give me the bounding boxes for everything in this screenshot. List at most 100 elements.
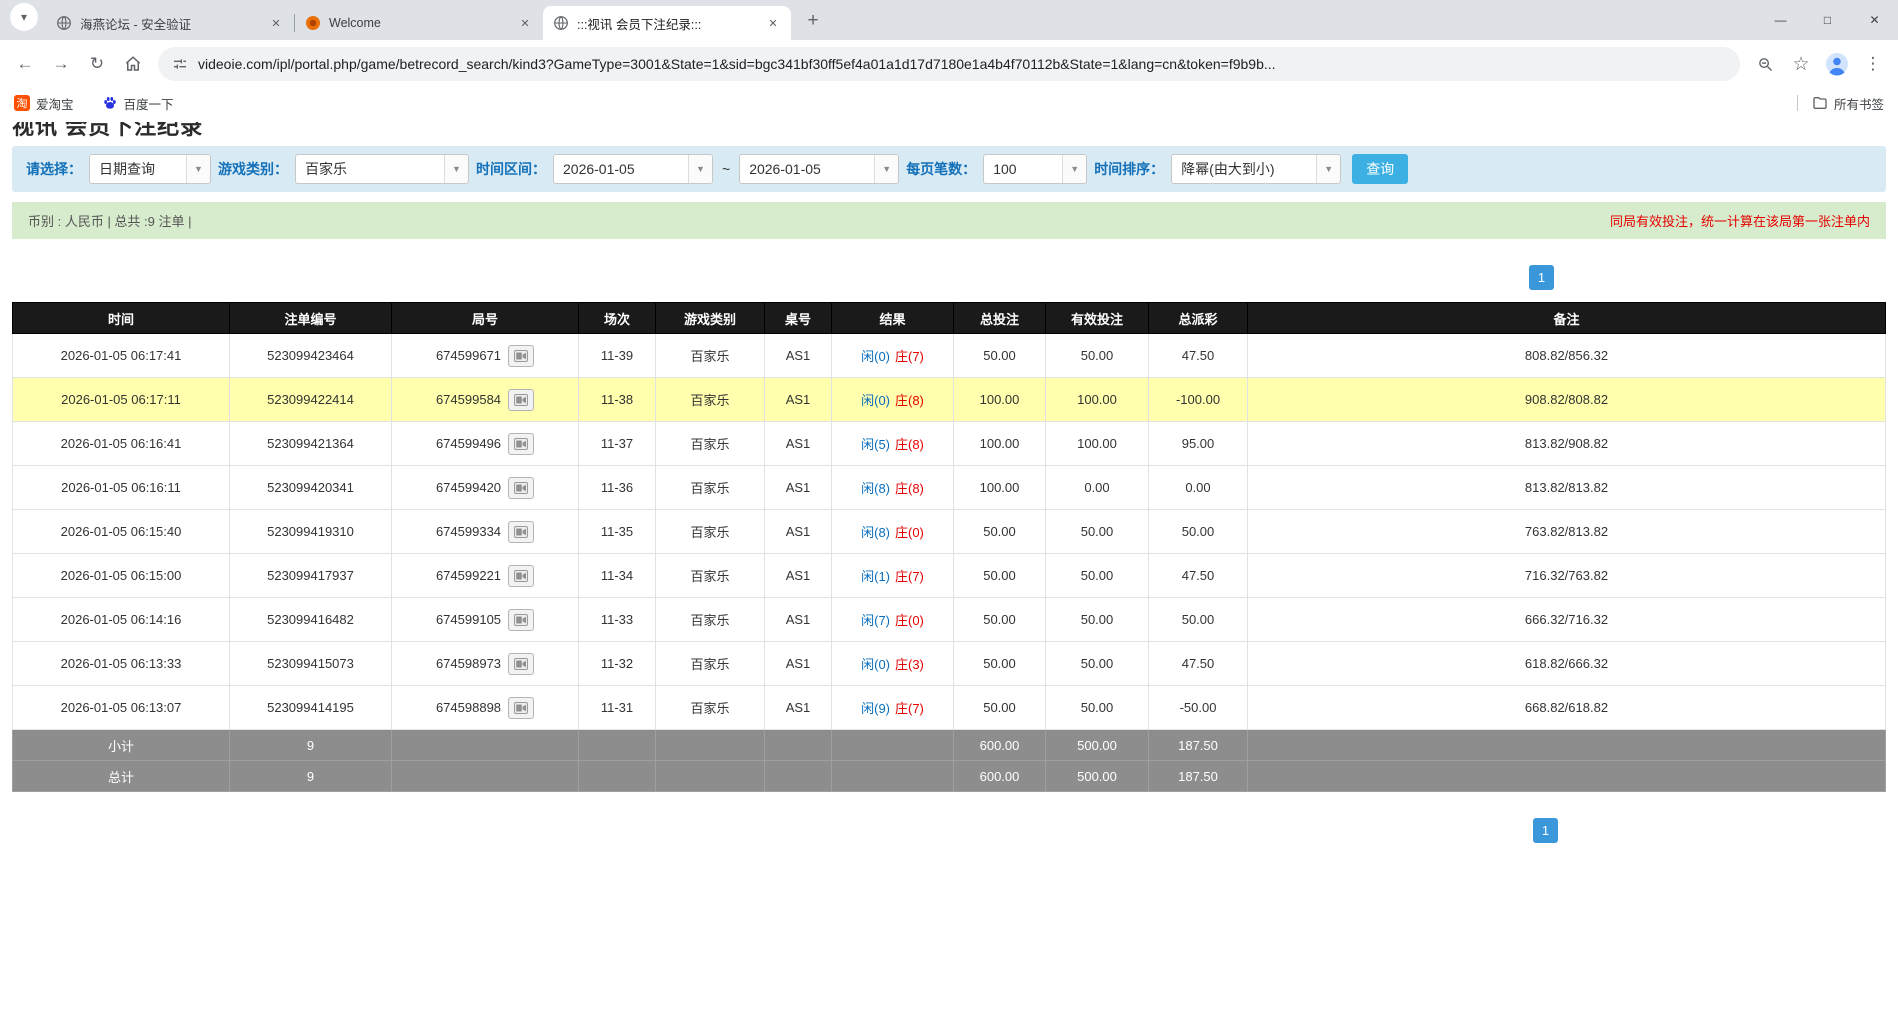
cell-payout: -50.00: [1149, 686, 1248, 730]
cell-result: 闲(9)庄(7): [832, 686, 954, 730]
table-row: 2026-01-05 06:13:07 523099414195 6745988…: [13, 686, 1886, 730]
cell-total-bet-link[interactable]: 50.00: [954, 510, 1046, 554]
cell-table-no: AS1: [765, 510, 832, 554]
cell-game-type: 百家乐: [656, 554, 765, 598]
cell-total-bet-link[interactable]: 100.00: [954, 466, 1046, 510]
video-replay-icon-button[interactable]: [508, 345, 534, 367]
minimize-button[interactable]: —: [1757, 0, 1804, 40]
cell-bet-id: 523099420341: [230, 466, 392, 510]
cell-round-id: 674598898: [392, 686, 579, 730]
date-from-select[interactable]: 2026-01-05 ▼: [553, 154, 713, 184]
url-text[interactable]: videoie.com/ipl/portal.php/game/betrecor…: [198, 56, 1726, 72]
result-player: 闲(0): [861, 349, 890, 364]
video-replay-icon-button[interactable]: [508, 609, 534, 631]
browser-toolbar: ← → ↻ videoie.com/ipl/portal.php/game/be…: [0, 40, 1898, 88]
tab-bet-records-active[interactable]: :::视讯 会员下注纪录::: ✕: [543, 6, 791, 40]
cell-session: 11-39: [579, 334, 656, 378]
cell-total-bet-link[interactable]: 50.00: [954, 554, 1046, 598]
tab-haiyan-forum[interactable]: 海燕论坛 - 安全验证 ✕: [46, 6, 294, 40]
video-replay-icon-button[interactable]: [508, 477, 534, 499]
bookmark-baidu[interactable]: 百度一下: [102, 94, 174, 113]
cell-time: 2026-01-05 06:17:41: [13, 334, 230, 378]
chevron-down-icon[interactable]: ▼: [874, 155, 898, 183]
cell-total-bet-link[interactable]: 50.00: [954, 686, 1046, 730]
home-button[interactable]: [116, 47, 150, 81]
cell-time: 2026-01-05 06:16:41: [13, 422, 230, 466]
per-page-select[interactable]: 100 ▼: [983, 154, 1087, 184]
date-to-select[interactable]: 2026-01-05 ▼: [739, 154, 899, 184]
bookmark-label: 百度一下: [124, 94, 174, 113]
profile-avatar[interactable]: [1820, 47, 1854, 81]
cell-total-bet-link[interactable]: 50.00: [954, 598, 1046, 642]
maximize-button[interactable]: □: [1804, 0, 1851, 40]
close-icon[interactable]: ✕: [517, 15, 533, 31]
bookmarks-bar: 淘 爱淘宝 百度一下 所有书签: [0, 88, 1898, 118]
table-header-row: 时间注单编号局号场次游戏类别桌号结果总投注有效投注总派彩备注: [13, 303, 1886, 334]
table-row: 2026-01-05 06:14:16 523099416482 6745991…: [13, 598, 1886, 642]
sort-label: 时间排序：: [1094, 159, 1164, 179]
table-row: 2026-01-05 06:16:41 523099421364 6745994…: [13, 422, 1886, 466]
cell-total-bet-link[interactable]: 100.00: [954, 378, 1046, 422]
empty-cell: [656, 730, 765, 761]
empty-cell: [579, 761, 656, 792]
tab-welcome[interactable]: Welcome ✕: [295, 6, 543, 40]
cell-total-bet-link[interactable]: 50.00: [954, 642, 1046, 686]
menu-kebab-icon[interactable]: ⋮: [1856, 47, 1890, 81]
close-window-button[interactable]: ✕: [1851, 0, 1898, 40]
round-id-text: 674599221: [436, 568, 501, 583]
game-type-select[interactable]: 百家乐 ▼: [295, 154, 469, 184]
video-replay-icon-button[interactable]: [508, 433, 534, 455]
pagination-page-1[interactable]: 1: [1529, 265, 1554, 290]
video-replay-icon-button[interactable]: [508, 521, 534, 543]
chevron-down-icon[interactable]: ▼: [688, 155, 712, 183]
empty-cell: [832, 761, 954, 792]
per-page-value: 100: [984, 161, 1016, 177]
browser-window: ▾ 海燕论坛 - 安全验证 ✕ Welcome ✕ :::视讯 会员下注纪录::…: [0, 0, 1898, 118]
cell-round-id: 674599671: [392, 334, 579, 378]
reload-button[interactable]: ↻: [80, 47, 114, 81]
table-row: 2026-01-05 06:13:33 523099415073 6745989…: [13, 642, 1886, 686]
cell-payout: 50.00: [1149, 598, 1248, 642]
cell-total-bet-link[interactable]: 50.00: [954, 334, 1046, 378]
all-bookmarks-button[interactable]: 所有书签: [1812, 94, 1884, 113]
column-header-1: 时间: [13, 303, 230, 334]
video-replay-icon-button[interactable]: [508, 565, 534, 587]
close-icon[interactable]: ✕: [268, 15, 284, 31]
query-button[interactable]: 查询: [1352, 154, 1408, 184]
close-icon[interactable]: ✕: [765, 15, 781, 31]
bookmark-star-icon[interactable]: ☆: [1784, 47, 1818, 81]
result-player: 闲(8): [861, 481, 890, 496]
back-button[interactable]: ←: [8, 47, 42, 81]
sort-select[interactable]: 降幂(由大到小) ▼: [1171, 154, 1341, 184]
tab-title: Welcome: [329, 16, 509, 30]
query-type-select[interactable]: 日期查询 ▼: [89, 154, 211, 184]
cell-valid-bet: 50.00: [1046, 686, 1149, 730]
video-replay-icon-button[interactable]: [508, 697, 534, 719]
column-header-8: 总投注: [954, 303, 1046, 334]
url-bar[interactable]: videoie.com/ipl/portal.php/game/betrecor…: [158, 47, 1740, 81]
site-info-icon[interactable]: [172, 56, 188, 72]
cell-bet-id: 523099423464: [230, 334, 392, 378]
table-row: 2026-01-05 06:15:40 523099419310 6745993…: [13, 510, 1886, 554]
cell-bet-id: 523099414195: [230, 686, 392, 730]
chevron-down-icon[interactable]: ▼: [1316, 155, 1340, 183]
cell-session: 11-37: [579, 422, 656, 466]
cell-table-no: AS1: [765, 686, 832, 730]
new-tab-button[interactable]: +: [799, 7, 827, 35]
cell-round-id: 674599105: [392, 598, 579, 642]
forward-button[interactable]: →: [44, 47, 78, 81]
cell-session: 11-38: [579, 378, 656, 422]
cell-total-bet-link[interactable]: 100.00: [954, 422, 1046, 466]
chevron-down-icon[interactable]: ▼: [1062, 155, 1086, 183]
empty-cell: [392, 761, 579, 792]
bookmark-taobao[interactable]: 淘 爱淘宝: [14, 94, 74, 113]
column-header-10: 总派彩: [1149, 303, 1248, 334]
chevron-down-icon[interactable]: ▼: [186, 155, 210, 183]
zoom-icon[interactable]: [1748, 47, 1782, 81]
result-player: 闲(5): [861, 437, 890, 452]
video-replay-icon-button[interactable]: [508, 389, 534, 411]
tab-search-button[interactable]: ▾: [10, 3, 38, 31]
chevron-down-icon[interactable]: ▼: [444, 155, 468, 183]
pagination-page-1[interactable]: 1: [1533, 818, 1558, 843]
video-replay-icon-button[interactable]: [508, 653, 534, 675]
